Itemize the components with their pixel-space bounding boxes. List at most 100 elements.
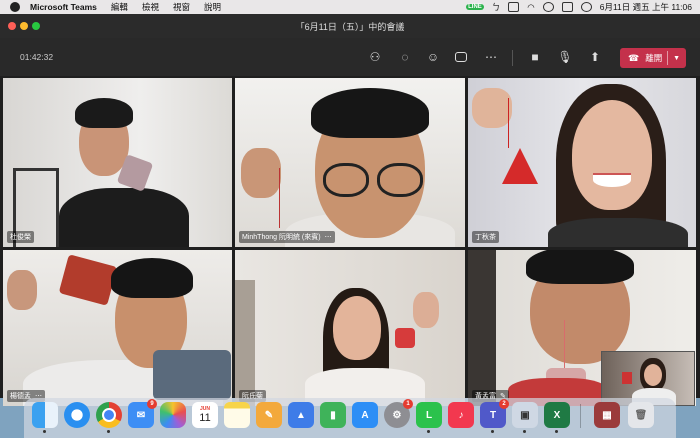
dock-divider: [580, 404, 581, 428]
sachet-string: [564, 320, 565, 370]
video-tile[interactable]: 楊德孟 ⋯: [3, 250, 232, 406]
share-screen-icon[interactable]: ⬆: [586, 48, 604, 66]
pillow: [153, 350, 231, 400]
participant-hand: [413, 292, 439, 328]
wifi-icon[interactable]: ◠: [527, 2, 534, 13]
calendar-icon[interactable]: JUN 11: [192, 402, 218, 428]
participants-icon[interactable]: ⚇: [366, 48, 384, 66]
sachet-string: [508, 98, 509, 148]
red-sachet: [622, 372, 632, 384]
participant-name: 丁秋茶: [472, 231, 499, 243]
chevron-down-icon[interactable]: ▼: [673, 55, 680, 62]
more-actions-icon[interactable]: ⋯: [482, 48, 500, 66]
title-bar: 「6月11日（五）」中的會議: [0, 14, 700, 38]
teams-window: 「6月11日（五）」中的會議 01:42:32 ⚇ ◌ ☺ ⋯ ■ 🎙 ⬆ ☎ …: [0, 14, 700, 406]
appstore-icon[interactable]: A: [352, 402, 378, 428]
finder-icon[interactable]: [32, 402, 58, 433]
mail-badge: 9: [147, 399, 157, 409]
video-tile[interactable]: 阮氏菊: [235, 250, 465, 406]
menu-bar: Microsoft Teams 編輯 檢視 視窗 說明 LINE ㄅ ◠ 6月1…: [0, 0, 700, 14]
chrome-center: [102, 408, 116, 422]
video-tile-active[interactable]: 丁秋茶: [468, 78, 696, 247]
running-indicator: [523, 430, 526, 433]
video-tile[interactable]: MinhThong 阮明統 (來賓) ⋯: [235, 78, 465, 247]
settings-badge: 1: [403, 399, 413, 409]
door-frame: [468, 250, 496, 406]
phone-hangup-icon: ☎: [628, 52, 640, 63]
participant-hair: [75, 98, 133, 128]
microphone-icon[interactable]: 🎙: [556, 48, 574, 66]
menu-clock[interactable]: 6月11日 週五 上午 11:06: [600, 1, 692, 13]
video-tile[interactable]: 黃孟富 ✎: [468, 250, 696, 406]
participant-hair: [311, 88, 429, 138]
participant-face: [572, 100, 652, 210]
more-options-icon[interactable]: ⋯: [325, 234, 332, 241]
keynote-icon[interactable]: ▲: [288, 402, 314, 428]
wall-edge: [235, 280, 255, 406]
menu-help[interactable]: 說明: [204, 1, 221, 13]
menu-edit[interactable]: 編輯: [111, 1, 128, 13]
participant-hair: [526, 250, 634, 284]
battery-icon[interactable]: [508, 2, 520, 12]
apple-icon[interactable]: [10, 2, 20, 12]
participant-name-text: 丁秋茶: [475, 234, 496, 241]
pages-icon[interactable]: ✎: [256, 402, 282, 428]
photos-icon[interactable]: [160, 402, 186, 428]
line-status-icon[interactable]: LINE: [466, 4, 484, 10]
participant-body: [59, 188, 189, 247]
participant-body: [548, 218, 688, 247]
camera-icon[interactable]: ■: [526, 48, 544, 66]
settings-icon[interactable]: ⚙ 1: [384, 399, 413, 428]
preview-icon[interactable]: ▣: [512, 402, 538, 433]
running-indicator: [427, 430, 430, 433]
glasses-right: [377, 163, 423, 197]
running-indicator: [107, 430, 110, 433]
running-indicator: [491, 430, 494, 433]
menu-window[interactable]: 視窗: [173, 1, 190, 13]
running-indicator: [43, 430, 46, 433]
meeting-toolbar: 01:42:32 ⚇ ◌ ☺ ⋯ ■ 🎙 ⬆ ☎ 離開 ▼: [0, 38, 700, 76]
rooms-icon[interactable]: [452, 48, 470, 66]
reactions-icon[interactable]: ☺: [424, 48, 442, 66]
chat-icon[interactable]: ◌: [396, 48, 414, 66]
participant-face: [333, 296, 381, 360]
safari-icon[interactable]: [64, 402, 90, 428]
video-tile[interactable]: 杜俊榮: [3, 78, 232, 247]
status-area: LINE ㄅ ◠ 6月11日 週五 上午 11:06: [466, 0, 692, 14]
excel-icon[interactable]: X: [544, 402, 570, 433]
sachet-string: [279, 168, 280, 228]
numbers-icon[interactable]: ▮: [320, 402, 346, 428]
teams-badge: 2: [499, 399, 509, 409]
notes-icon[interactable]: [224, 402, 250, 428]
meeting-timer: 01:42:32: [20, 52, 54, 62]
participant-name: MinhThong 阮明統 (來賓) ⋯: [239, 231, 335, 243]
calendar-day: 11: [199, 412, 211, 424]
glasses-left: [323, 163, 369, 197]
photobooth-icon[interactable]: ▦: [594, 402, 620, 428]
input-method-icon[interactable]: ㄅ: [492, 1, 501, 13]
participant-hair: [111, 258, 193, 298]
dock: ✉ 9 JUN 11 ✎ ▲ ▮ A ⚙ 1 L ♪ T2 ▣ X ▦ 🗑: [24, 398, 676, 438]
menu-app-name[interactable]: Microsoft Teams: [30, 2, 97, 12]
menu-view[interactable]: 檢視: [142, 1, 159, 13]
line-icon[interactable]: L: [416, 402, 442, 433]
leave-label: 離開: [645, 53, 663, 63]
self-face: [644, 364, 662, 386]
control-center-icon[interactable]: [561, 2, 573, 12]
mail-icon[interactable]: ✉ 9: [128, 399, 157, 428]
music-icon[interactable]: ♪: [448, 402, 474, 428]
teams-icon[interactable]: T2: [480, 399, 509, 433]
chrome-icon[interactable]: [96, 402, 122, 433]
running-indicator: [555, 430, 558, 433]
red-sachet: [395, 328, 415, 348]
toolbar-divider: [512, 50, 513, 66]
trash-icon[interactable]: 🗑: [628, 402, 654, 428]
leave-button[interactable]: ☎ 離開 ▼: [620, 48, 686, 68]
participant-smile: [593, 173, 631, 187]
participant-name: 杜俊榮: [7, 231, 34, 243]
window-title: 「6月11日（五）」中的會議: [295, 22, 405, 32]
participant-hand: [472, 88, 512, 128]
siri-icon[interactable]: [580, 2, 592, 12]
search-icon[interactable]: [542, 2, 554, 12]
participant-name-text: 杜俊榮: [10, 234, 31, 241]
